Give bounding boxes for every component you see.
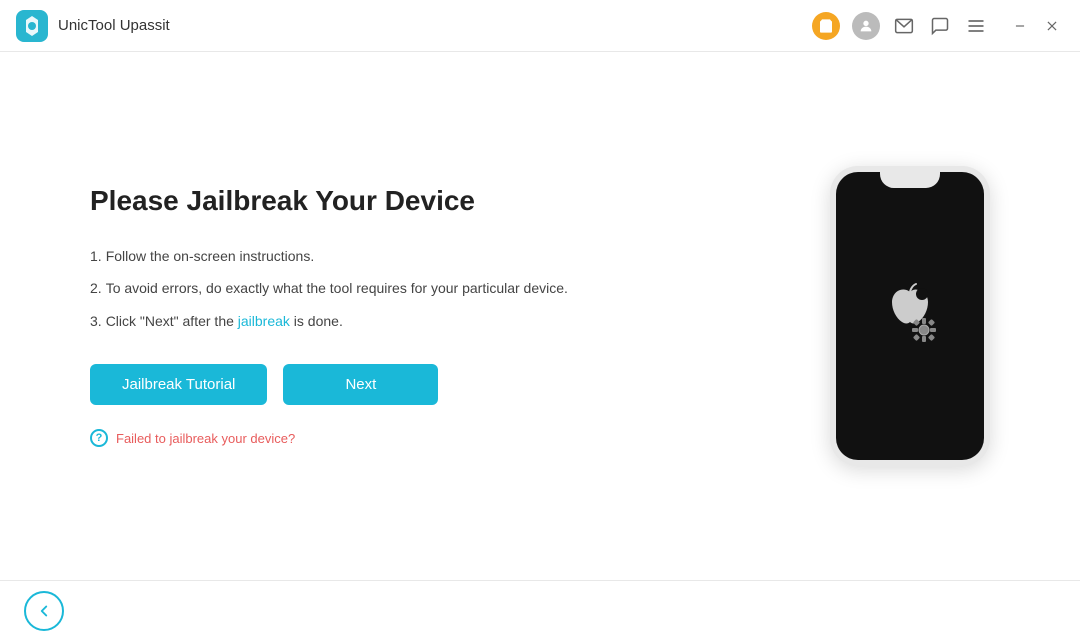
cart-icon[interactable]: [812, 12, 840, 40]
main-content: Please Jailbreak Your Device 1. Follow t…: [0, 52, 1080, 580]
failed-link[interactable]: ? Failed to jailbreak your device?: [90, 429, 610, 447]
question-icon: ?: [90, 429, 108, 447]
close-button[interactable]: [1040, 14, 1064, 38]
phone-icon-area: [870, 276, 950, 356]
instruction-2: 2. To avoid errors, do exactly what the …: [90, 277, 610, 299]
app-icon: [16, 10, 48, 42]
app-title: UnicTool Upassit: [58, 17, 170, 34]
title-bar-right: [812, 12, 1064, 40]
user-icon[interactable]: [852, 12, 880, 40]
content-area: Please Jailbreak Your Device 1. Follow t…: [90, 166, 990, 466]
buttons-row: Jailbreak Tutorial Next: [90, 364, 610, 405]
minimize-button[interactable]: [1008, 14, 1032, 38]
page-title: Please Jailbreak Your Device: [90, 185, 610, 217]
instructions-list: 1. Follow the on-screen instructions. 2.…: [90, 245, 610, 332]
window-controls: [1008, 14, 1064, 38]
jailbreak-tutorial-button[interactable]: Jailbreak Tutorial: [90, 364, 267, 405]
back-button[interactable]: [24, 591, 64, 631]
chat-icon[interactable]: [928, 14, 952, 38]
phone-frame: [830, 166, 990, 466]
mail-icon[interactable]: [892, 14, 916, 38]
bottom-bar: [0, 580, 1080, 640]
title-bar-left: UnicTool Upassit: [16, 10, 170, 42]
left-section: Please Jailbreak Your Device 1. Follow t…: [90, 185, 610, 447]
next-button[interactable]: Next: [283, 364, 438, 405]
phone-inner: [836, 172, 984, 460]
failed-link-text: Failed to jailbreak your device?: [116, 431, 295, 446]
apple-gear-icon: [870, 276, 950, 356]
menu-icon[interactable]: [964, 14, 988, 38]
instruction-1: 1. Follow the on-screen instructions.: [90, 245, 610, 267]
right-section: [830, 166, 990, 466]
title-bar: UnicTool Upassit: [0, 0, 1080, 52]
phone-notch: [880, 172, 940, 188]
instruction-3: 3. Click "Next" after the jailbreak is d…: [90, 310, 610, 332]
